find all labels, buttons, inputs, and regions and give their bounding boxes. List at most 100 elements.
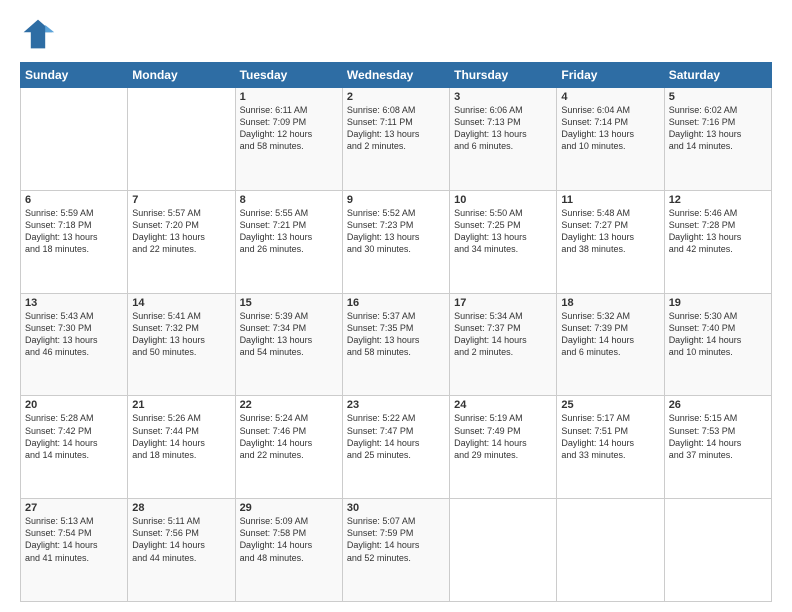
calendar-cell: 24Sunrise: 5:19 AMSunset: 7:49 PMDayligh… [450,396,557,499]
cell-info: Sunrise: 5:52 AMSunset: 7:23 PMDaylight:… [347,207,445,256]
header-cell-monday: Monday [128,63,235,88]
cell-info: Sunrise: 5:11 AMSunset: 7:56 PMDaylight:… [132,515,230,564]
calendar-cell: 19Sunrise: 5:30 AMSunset: 7:40 PMDayligh… [664,293,771,396]
cell-day-number: 18 [561,297,659,309]
cell-info: Sunrise: 5:26 AMSunset: 7:44 PMDaylight:… [132,412,230,461]
calendar-cell: 28Sunrise: 5:11 AMSunset: 7:56 PMDayligh… [128,499,235,602]
cell-day-number: 2 [347,91,445,103]
calendar-cell: 21Sunrise: 5:26 AMSunset: 7:44 PMDayligh… [128,396,235,499]
calendar-cell: 15Sunrise: 5:39 AMSunset: 7:34 PMDayligh… [235,293,342,396]
cell-info: Sunrise: 5:17 AMSunset: 7:51 PMDaylight:… [561,412,659,461]
calendar-cell [21,88,128,191]
cell-day-number: 5 [669,91,767,103]
calendar-table: SundayMondayTuesdayWednesdayThursdayFrid… [20,62,772,602]
calendar-cell: 20Sunrise: 5:28 AMSunset: 7:42 PMDayligh… [21,396,128,499]
cell-info: Sunrise: 5:59 AMSunset: 7:18 PMDaylight:… [25,207,123,256]
cell-day-number: 25 [561,399,659,411]
calendar-cell: 22Sunrise: 5:24 AMSunset: 7:46 PMDayligh… [235,396,342,499]
cell-day-number: 26 [669,399,767,411]
cell-info: Sunrise: 5:43 AMSunset: 7:30 PMDaylight:… [25,310,123,359]
cell-day-number: 6 [25,194,123,206]
cell-info: Sunrise: 5:37 AMSunset: 7:35 PMDaylight:… [347,310,445,359]
calendar-cell [128,88,235,191]
cell-day-number: 3 [454,91,552,103]
cell-info: Sunrise: 6:02 AMSunset: 7:16 PMDaylight:… [669,104,767,153]
calendar-cell: 26Sunrise: 5:15 AMSunset: 7:53 PMDayligh… [664,396,771,499]
logo [20,16,60,52]
calendar-cell: 3Sunrise: 6:06 AMSunset: 7:13 PMDaylight… [450,88,557,191]
logo-icon [20,16,56,52]
calendar-cell: 29Sunrise: 5:09 AMSunset: 7:58 PMDayligh… [235,499,342,602]
header-cell-saturday: Saturday [664,63,771,88]
cell-info: Sunrise: 5:07 AMSunset: 7:59 PMDaylight:… [347,515,445,564]
calendar-cell: 16Sunrise: 5:37 AMSunset: 7:35 PMDayligh… [342,293,449,396]
cell-info: Sunrise: 5:50 AMSunset: 7:25 PMDaylight:… [454,207,552,256]
cell-day-number: 1 [240,91,338,103]
calendar-cell: 17Sunrise: 5:34 AMSunset: 7:37 PMDayligh… [450,293,557,396]
calendar-cell: 8Sunrise: 5:55 AMSunset: 7:21 PMDaylight… [235,190,342,293]
calendar-cell: 12Sunrise: 5:46 AMSunset: 7:28 PMDayligh… [664,190,771,293]
cell-info: Sunrise: 6:11 AMSunset: 7:09 PMDaylight:… [240,104,338,153]
cell-info: Sunrise: 5:32 AMSunset: 7:39 PMDaylight:… [561,310,659,359]
cell-day-number: 22 [240,399,338,411]
cell-day-number: 8 [240,194,338,206]
calendar-cell: 14Sunrise: 5:41 AMSunset: 7:32 PMDayligh… [128,293,235,396]
cell-info: Sunrise: 5:34 AMSunset: 7:37 PMDaylight:… [454,310,552,359]
cell-info: Sunrise: 5:46 AMSunset: 7:28 PMDaylight:… [669,207,767,256]
cell-info: Sunrise: 6:06 AMSunset: 7:13 PMDaylight:… [454,104,552,153]
header [20,16,772,52]
cell-day-number: 15 [240,297,338,309]
cell-day-number: 21 [132,399,230,411]
cell-day-number: 10 [454,194,552,206]
cell-info: Sunrise: 5:48 AMSunset: 7:27 PMDaylight:… [561,207,659,256]
calendar-cell: 5Sunrise: 6:02 AMSunset: 7:16 PMDaylight… [664,88,771,191]
cell-day-number: 23 [347,399,445,411]
calendar-cell: 11Sunrise: 5:48 AMSunset: 7:27 PMDayligh… [557,190,664,293]
calendar-header: SundayMondayTuesdayWednesdayThursdayFrid… [21,63,772,88]
cell-info: Sunrise: 6:04 AMSunset: 7:14 PMDaylight:… [561,104,659,153]
cell-info: Sunrise: 5:22 AMSunset: 7:47 PMDaylight:… [347,412,445,461]
header-row: SundayMondayTuesdayWednesdayThursdayFrid… [21,63,772,88]
cell-day-number: 4 [561,91,659,103]
calendar-cell [557,499,664,602]
cell-day-number: 17 [454,297,552,309]
calendar-cell [450,499,557,602]
calendar-cell: 7Sunrise: 5:57 AMSunset: 7:20 PMDaylight… [128,190,235,293]
calendar-cell: 30Sunrise: 5:07 AMSunset: 7:59 PMDayligh… [342,499,449,602]
cell-info: Sunrise: 5:55 AMSunset: 7:21 PMDaylight:… [240,207,338,256]
cell-day-number: 14 [132,297,230,309]
cell-info: Sunrise: 5:30 AMSunset: 7:40 PMDaylight:… [669,310,767,359]
calendar-cell: 9Sunrise: 5:52 AMSunset: 7:23 PMDaylight… [342,190,449,293]
calendar-cell: 6Sunrise: 5:59 AMSunset: 7:18 PMDaylight… [21,190,128,293]
calendar-cell: 1Sunrise: 6:11 AMSunset: 7:09 PMDaylight… [235,88,342,191]
cell-day-number: 20 [25,399,123,411]
header-cell-thursday: Thursday [450,63,557,88]
week-row-5: 27Sunrise: 5:13 AMSunset: 7:54 PMDayligh… [21,499,772,602]
cell-day-number: 27 [25,502,123,514]
header-cell-tuesday: Tuesday [235,63,342,88]
cell-info: Sunrise: 5:41 AMSunset: 7:32 PMDaylight:… [132,310,230,359]
cell-day-number: 19 [669,297,767,309]
cell-info: Sunrise: 5:28 AMSunset: 7:42 PMDaylight:… [25,412,123,461]
cell-info: Sunrise: 5:39 AMSunset: 7:34 PMDaylight:… [240,310,338,359]
cell-info: Sunrise: 6:08 AMSunset: 7:11 PMDaylight:… [347,104,445,153]
header-cell-friday: Friday [557,63,664,88]
week-row-4: 20Sunrise: 5:28 AMSunset: 7:42 PMDayligh… [21,396,772,499]
cell-day-number: 29 [240,502,338,514]
cell-info: Sunrise: 5:09 AMSunset: 7:58 PMDaylight:… [240,515,338,564]
header-cell-sunday: Sunday [21,63,128,88]
cell-info: Sunrise: 5:57 AMSunset: 7:20 PMDaylight:… [132,207,230,256]
cell-info: Sunrise: 5:13 AMSunset: 7:54 PMDaylight:… [25,515,123,564]
cell-day-number: 30 [347,502,445,514]
calendar-cell: 27Sunrise: 5:13 AMSunset: 7:54 PMDayligh… [21,499,128,602]
calendar-cell [664,499,771,602]
cell-day-number: 16 [347,297,445,309]
cell-day-number: 12 [669,194,767,206]
cell-day-number: 7 [132,194,230,206]
cell-info: Sunrise: 5:19 AMSunset: 7:49 PMDaylight:… [454,412,552,461]
week-row-2: 6Sunrise: 5:59 AMSunset: 7:18 PMDaylight… [21,190,772,293]
calendar-body: 1Sunrise: 6:11 AMSunset: 7:09 PMDaylight… [21,88,772,602]
cell-info: Sunrise: 5:24 AMSunset: 7:46 PMDaylight:… [240,412,338,461]
calendar-cell: 23Sunrise: 5:22 AMSunset: 7:47 PMDayligh… [342,396,449,499]
cell-day-number: 9 [347,194,445,206]
